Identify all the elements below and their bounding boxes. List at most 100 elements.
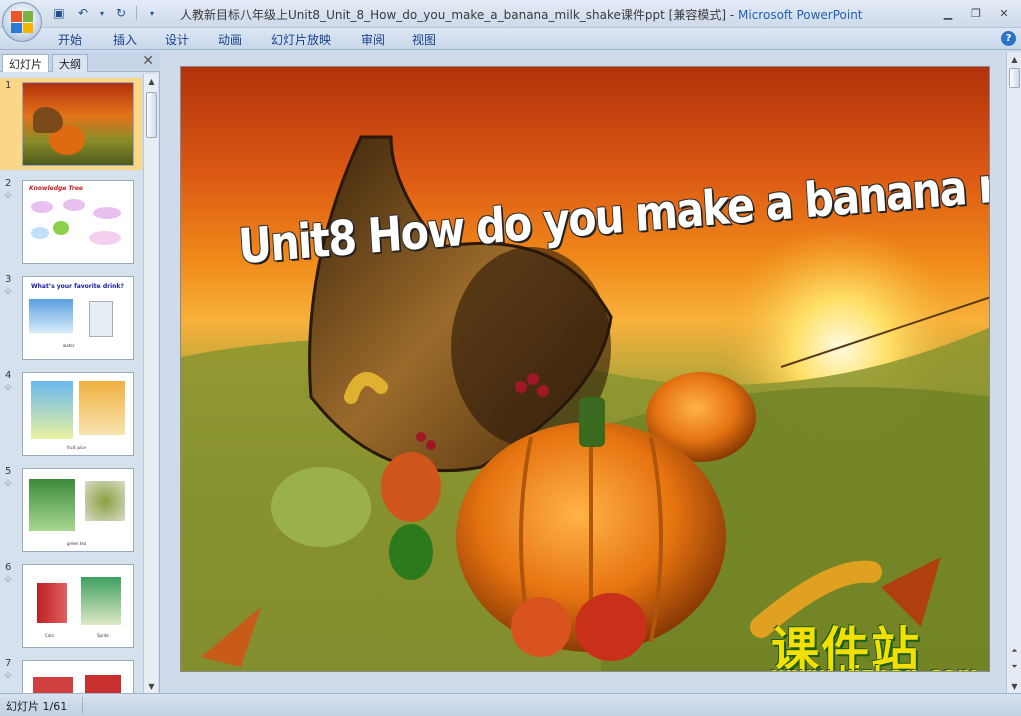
slide-6-preview: Cola Sprite (22, 564, 134, 648)
animation-star-icon: ☆ (4, 479, 13, 489)
animation-star-icon: ☆ (4, 191, 13, 201)
cola-image (37, 583, 67, 623)
slide-number: 6 (5, 562, 12, 573)
mini-caption: Sprite (97, 633, 109, 638)
drink-image (85, 675, 121, 693)
thumbnail-list: 1 2 ☆ Knowledge Tree 3 ☆ What’s your fav… (0, 74, 142, 693)
restore-icon[interactable]: ❐ (963, 3, 989, 23)
panel-tabs: 幻灯片 大纲 ✕ (0, 52, 160, 72)
slide-number: 4 (5, 370, 12, 381)
bubble-shape (31, 227, 49, 239)
qat-separator (136, 6, 137, 20)
slide-number: 7 (5, 658, 12, 669)
slide-thumbnail-7[interactable]: 7 ☆ (0, 656, 142, 693)
thumbnail-scrollbar[interactable]: ▲ ▼ (143, 74, 158, 693)
bubble-shape (53, 221, 69, 235)
slide-3-preview: What’s your favorite drink? water (22, 276, 134, 360)
slide-thumbnail-4[interactable]: 4 ☆ fruit juice (0, 368, 142, 460)
help-icon[interactable]: ? (1001, 31, 1016, 46)
undo-dropdown-icon[interactable]: ▾ (98, 4, 106, 22)
slide-editor: Unit8 How do you make a banana milk shak… (162, 52, 1006, 693)
animation-star-icon: ☆ (4, 671, 13, 681)
scroll-up-icon[interactable]: ▲ (144, 74, 159, 88)
window-controls: ▁ ❐ ✕ (935, 3, 1017, 23)
green-tea-image (29, 479, 75, 531)
tab-animations[interactable]: 动画 (218, 31, 242, 48)
slide-number: 1 (5, 80, 12, 91)
scrollbar-thumb[interactable] (146, 92, 157, 138)
slide-5-preview: green tea (22, 468, 134, 552)
drink-image (33, 677, 73, 693)
slide-indicator: 幻灯片 1/61 (6, 700, 68, 713)
mini-title: Knowledge Tree (29, 185, 83, 192)
save-icon[interactable]: ▣ (50, 4, 68, 22)
prev-slide-icon[interactable]: ⏶ (1007, 644, 1021, 658)
slide-number: 3 (5, 274, 12, 285)
mini-caption: Cola (45, 633, 54, 638)
tab-slideshow[interactable]: 幻灯片放映 (271, 31, 331, 48)
slide-thumbnail-1[interactable]: 1 (0, 78, 142, 170)
window-title: 人教新目标八年级上Unit8_Unit_8_How_do_you_make_a_… (180, 6, 863, 23)
scroll-up-icon[interactable]: ▲ (1007, 52, 1021, 66)
slide-thumbnail-2[interactable]: 2 ☆ Knowledge Tree (0, 176, 142, 268)
slides-panel: 幻灯片 大纲 ✕ 1 2 ☆ Knowledge Tree 3 ☆ What’s… (0, 52, 160, 693)
water-image (29, 299, 73, 333)
minimize-icon[interactable]: ▁ (935, 3, 961, 23)
title-bar: ▣ ↶ ▾ ↻ ▾ 人教新目标八年级上Unit8_Unit_8_How_do_y… (0, 0, 1021, 42)
tab-design[interactable]: 设计 (165, 31, 189, 48)
cornucopia-shape (33, 107, 63, 133)
mini-title: What’s your favorite drink? (31, 283, 124, 290)
tab-insert[interactable]: 插入 (113, 31, 137, 48)
juice-image (79, 381, 125, 435)
scroll-down-icon[interactable]: ▼ (144, 679, 159, 693)
bubble-shape (89, 231, 121, 245)
customize-qat-icon[interactable]: ▾ (143, 4, 161, 22)
tab-outline[interactable]: 大纲 (52, 54, 88, 72)
slide-4-preview: fruit juice (22, 372, 134, 456)
mini-caption: water (63, 343, 75, 348)
animation-star-icon: ☆ (4, 287, 13, 297)
bubble-shape (31, 201, 53, 213)
tab-home[interactable]: 开始 (58, 31, 82, 48)
slide-thumbnail-6[interactable]: 6 ☆ Cola Sprite (0, 560, 142, 652)
glass-image (89, 301, 113, 337)
watermark-url: www.kjzhan.com (771, 663, 980, 671)
redo-icon[interactable]: ↻ (112, 4, 130, 22)
app-name: Microsoft PowerPoint (738, 8, 863, 22)
slide-thumbnail-3[interactable]: 3 ☆ What’s your favorite drink? water (0, 272, 142, 364)
sprite-image (81, 577, 121, 625)
bubble-shape (63, 199, 85, 211)
mini-caption: fruit juice (67, 445, 86, 450)
slide-scrollbar[interactable]: ▲ ⏶ ⏷ ▼ (1006, 52, 1021, 693)
slide-thumbnail-5[interactable]: 5 ☆ green tea (0, 464, 142, 556)
animation-star-icon: ☆ (4, 575, 13, 585)
tab-view[interactable]: 视图 (412, 31, 436, 48)
close-icon[interactable]: ✕ (142, 53, 154, 69)
tea-cup-image (85, 481, 125, 521)
office-button[interactable] (2, 2, 42, 42)
slide-7-preview (22, 660, 134, 693)
document-title: 人教新目标八年级上Unit8_Unit_8_How_do_you_make_a_… (180, 8, 739, 22)
animation-star-icon: ☆ (4, 383, 13, 393)
close-icon[interactable]: ✕ (991, 3, 1017, 23)
mini-caption: green tea (67, 541, 87, 546)
slide-2-preview: Knowledge Tree (22, 180, 134, 264)
slide-background (181, 135, 989, 671)
tab-slides[interactable]: 幻灯片 (2, 54, 49, 72)
office-logo-icon (11, 11, 33, 33)
juice-image (31, 381, 73, 439)
slide-number: 2 (5, 178, 12, 189)
ribbon-tabs: 开始 插入 设计 动画 幻灯片放映 审阅 视图 ? (0, 28, 1021, 50)
next-slide-icon[interactable]: ⏷ (1007, 660, 1021, 674)
scroll-down-icon[interactable]: ▼ (1007, 679, 1021, 693)
undo-icon[interactable]: ↶ (74, 4, 92, 22)
slide-number: 5 (5, 466, 12, 477)
quick-access-toolbar: ▣ ↶ ▾ ↻ ▾ (50, 4, 161, 22)
scrollbar-thumb[interactable] (1009, 68, 1020, 88)
slide-1-preview (22, 82, 134, 166)
tab-review[interactable]: 审阅 (361, 31, 385, 48)
bubble-shape (93, 207, 121, 219)
current-slide[interactable]: Unit8 How do you make a banana milk shak… (180, 66, 990, 672)
status-bar: 幻灯片 1/61 (0, 693, 1021, 716)
status-separator (82, 697, 83, 713)
